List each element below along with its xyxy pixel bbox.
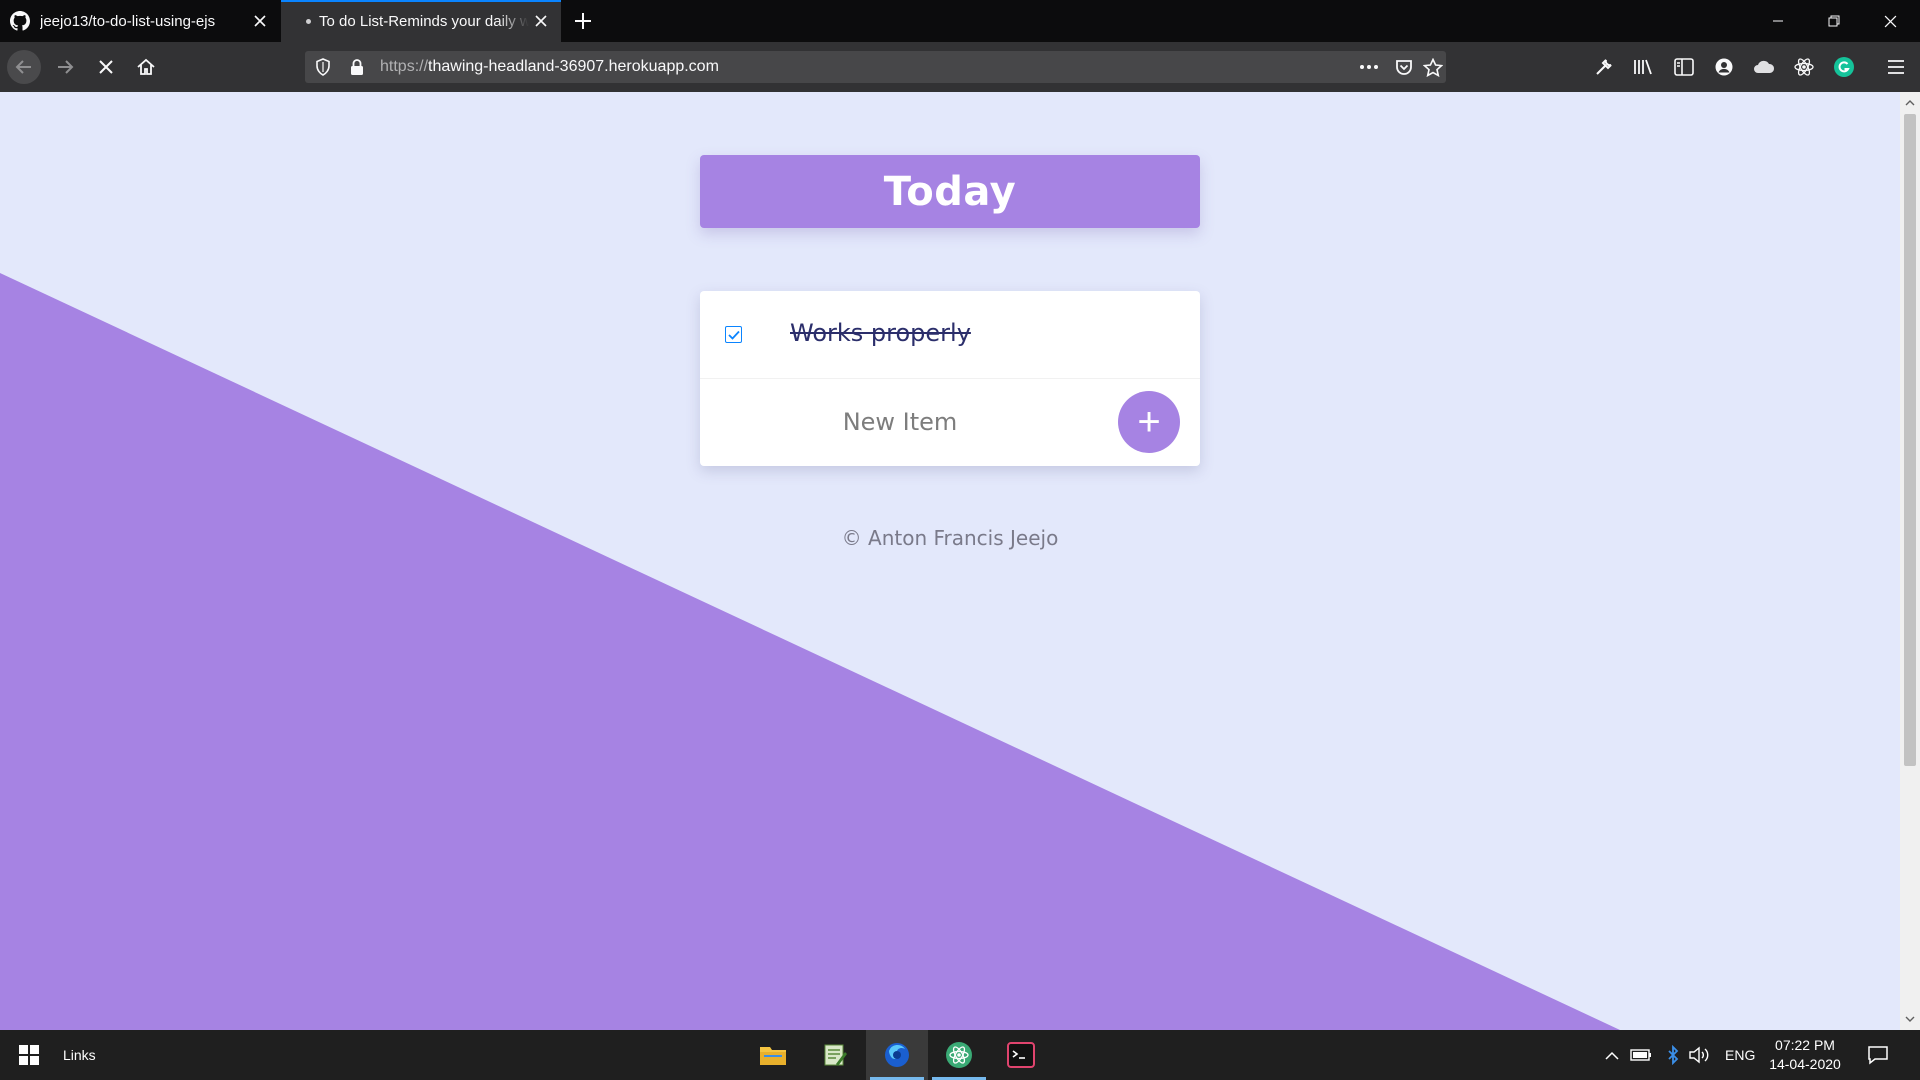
heading-banner: Today <box>700 155 1200 228</box>
menu-icon[interactable] <box>1883 54 1909 80</box>
atom-icon <box>946 1042 972 1068</box>
clock-time: 07:22 PM <box>1775 1037 1835 1053</box>
account-icon[interactable] <box>1711 54 1737 80</box>
add-item-button[interactable]: + <box>1118 391 1180 453</box>
tab-github[interactable]: jeejo13/to-do-list-using-ejs <box>0 0 280 42</box>
arrow-right-icon <box>58 60 74 74</box>
clock-date: 14-04-2020 <box>1769 1056 1841 1072</box>
start-button[interactable] <box>0 1030 58 1080</box>
stop-button[interactable] <box>89 50 123 84</box>
chevron-up-icon[interactable] <box>1600 1043 1624 1067</box>
volume-icon[interactable] <box>1688 1043 1712 1067</box>
close-icon <box>1884 15 1896 27</box>
scrollbar-thumb[interactable] <box>1904 114 1916 766</box>
taskbar-atom-editor[interactable] <box>928 1030 990 1080</box>
home-button[interactable] <box>129 50 163 84</box>
system-clock[interactable]: 07:22 PM 14-04-2020 <box>1760 1036 1850 1074</box>
todo-list-card: Works properly + <box>700 291 1200 466</box>
diagonal-background-shape <box>0 273 1620 1030</box>
home-icon <box>137 58 155 75</box>
new-tab-button[interactable] <box>568 6 598 36</box>
notepad-icon <box>824 1044 847 1066</box>
page-actions-icon[interactable] <box>1357 55 1381 79</box>
vertical-scrollbar[interactable] <box>1900 92 1920 1030</box>
restore-button[interactable] <box>1806 0 1862 42</box>
sidebar-icon[interactable] <box>1671 54 1697 80</box>
links-toolbar-label[interactable]: Links <box>63 1030 96 1080</box>
url-host: thawing-headland-36907.herokuapp.com <box>428 58 719 75</box>
navigation-toolbar: https://thawing-headland-36907.herokuapp… <box>0 42 1920 92</box>
cloud-extension-icon[interactable] <box>1751 54 1777 80</box>
new-item-input[interactable] <box>710 397 1090 447</box>
checkmark-icon <box>727 330 740 340</box>
minimize-button[interactable] <box>1750 0 1806 42</box>
footer-copyright: © Anton Francis Jeejo <box>841 526 1059 550</box>
item-text: Works properly <box>790 319 971 347</box>
page-viewport: Today Works properly + © Anton Francis J… <box>0 92 1900 1030</box>
windows-logo-icon <box>19 1045 39 1065</box>
minimize-icon <box>1773 20 1783 22</box>
taskbar-file-explorer[interactable] <box>742 1030 804 1080</box>
restore-icon <box>1828 15 1840 27</box>
folder-icon <box>760 1047 786 1065</box>
wrench-icon[interactable] <box>1591 54 1617 80</box>
tab-title: jeejo13/to-do-list-using-ejs <box>40 12 216 30</box>
bluetooth-icon[interactable] <box>1661 1043 1685 1067</box>
forward-button[interactable] <box>48 50 82 84</box>
taskbar-terminal[interactable] <box>990 1030 1052 1080</box>
shield-icon[interactable] <box>311 55 335 79</box>
stop-icon <box>99 60 113 74</box>
taskbar-notepad-app[interactable] <box>804 1030 866 1080</box>
github-icon <box>10 11 30 31</box>
battery-icon[interactable] <box>1629 1043 1653 1067</box>
terminal-icon <box>1007 1042 1035 1068</box>
scroll-down-icon[interactable] <box>1904 1012 1916 1026</box>
back-button[interactable] <box>7 50 41 84</box>
close-window-button[interactable] <box>1862 0 1918 42</box>
address-bar[interactable]: https://thawing-headland-36907.herokuapp… <box>305 51 1446 83</box>
tab-todo-list[interactable]: To do List-Reminds your daily work <box>281 0 561 42</box>
library-icon[interactable] <box>1631 54 1657 80</box>
loading-dot-icon <box>306 18 311 24</box>
close-icon[interactable] <box>529 9 553 33</box>
new-item-form: + <box>700 379 1200 466</box>
grammarly-icon[interactable] <box>1831 54 1857 80</box>
arrow-left-icon <box>15 60 31 74</box>
windows-taskbar: Links ENG 07:22 PM 14-04-2020 <box>0 1030 1920 1080</box>
close-icon[interactable] <box>248 9 272 33</box>
url-text: https://thawing-headland-36907.herokuapp… <box>380 51 719 83</box>
page-title: Today <box>883 168 1017 215</box>
firefox-icon <box>885 1043 909 1067</box>
scroll-up-icon[interactable] <box>1904 96 1916 110</box>
url-scheme: https:// <box>380 58 429 75</box>
pocket-icon[interactable] <box>1392 55 1416 79</box>
tab-title: To do List-Reminds your daily work <box>319 12 529 30</box>
react-devtools-icon[interactable] <box>1791 54 1817 80</box>
item-checkbox[interactable] <box>725 326 742 343</box>
list-item: Works properly <box>700 291 1200 379</box>
taskbar-firefox[interactable] <box>866 1030 928 1080</box>
notification-center-icon[interactable] <box>1865 1043 1891 1067</box>
language-indicator[interactable]: ENG <box>1725 1030 1755 1080</box>
plus-icon <box>575 13 591 29</box>
lock-icon[interactable] <box>345 55 369 79</box>
bookmark-star-icon[interactable] <box>1421 55 1445 79</box>
tab-strip: jeejo13/to-do-list-using-ejs To do List-… <box>0 0 1920 42</box>
